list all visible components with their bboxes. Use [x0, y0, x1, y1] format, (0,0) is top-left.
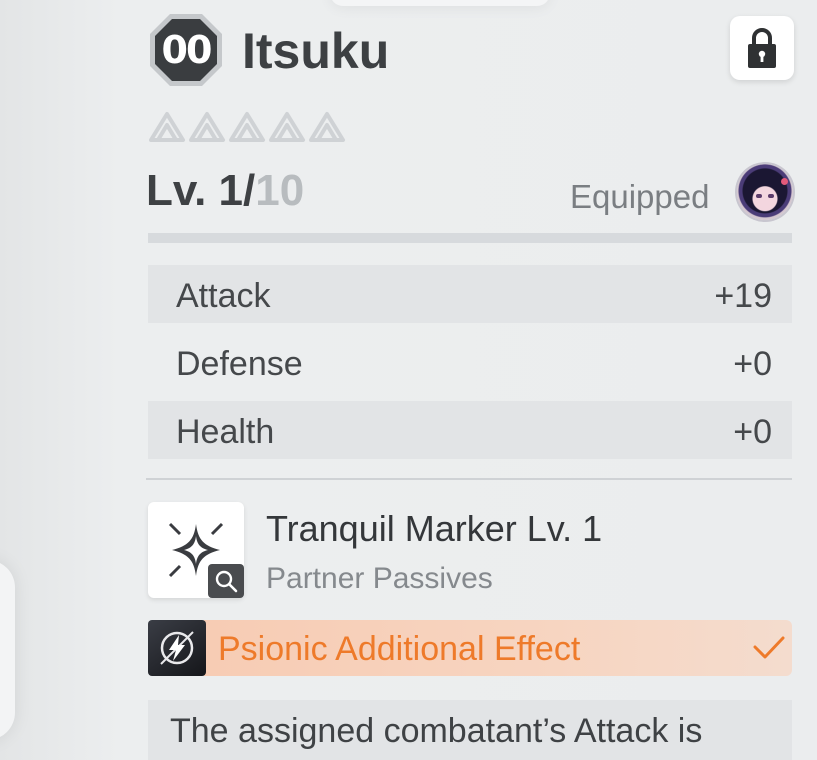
effect-icon	[148, 620, 206, 676]
level-progress-bar	[148, 233, 792, 243]
stat-row-defense: Defense +0	[148, 333, 792, 391]
level-max: 10	[255, 166, 305, 215]
equipped-label: Equipped	[570, 178, 710, 215]
rarity-grade: 00	[161, 28, 213, 72]
stat-row-attack: Attack +19	[148, 265, 792, 323]
item-name: Itsuku	[242, 23, 390, 79]
avatar-eye	[756, 194, 762, 198]
description-text: The assigned combatant’s Attack is	[170, 712, 703, 750]
avatar-accessory	[781, 178, 788, 185]
stat-value: +0	[733, 345, 772, 383]
stat-value: +19	[714, 277, 772, 315]
equipped-agent-avatar[interactable]	[737, 164, 793, 220]
section-divider	[146, 478, 792, 480]
stat-name: Defense	[176, 345, 303, 383]
stat-name: Attack	[176, 277, 271, 315]
lock-icon	[748, 28, 776, 68]
level-current: Lv. 1/	[146, 166, 256, 215]
stat-value: +0	[733, 413, 772, 451]
star-rating	[149, 112, 345, 142]
zoom-button[interactable]	[208, 564, 244, 598]
effect-label: Psionic Additional Effect	[218, 630, 581, 668]
rarity-badge: 00	[148, 12, 224, 88]
check-icon	[753, 636, 785, 659]
item-detail-panel: 00 Itsuku Lv. 1/10 Equipped Attack +19 D…	[0, 0, 817, 760]
stat-name: Health	[176, 413, 275, 451]
avatar-eye	[768, 194, 774, 198]
lightning-icon	[160, 631, 194, 665]
magnifier-icon	[215, 570, 238, 593]
skill-category: Partner Passives	[266, 562, 493, 595]
skill-name: Tranquil Marker Lv. 1	[266, 508, 603, 549]
description-box: The assigned combatant’s Attack is	[148, 700, 792, 760]
lock-button[interactable]	[730, 16, 794, 80]
stat-row-health: Health +0	[148, 401, 792, 459]
level-indicator: Lv. 1/10	[146, 166, 304, 216]
